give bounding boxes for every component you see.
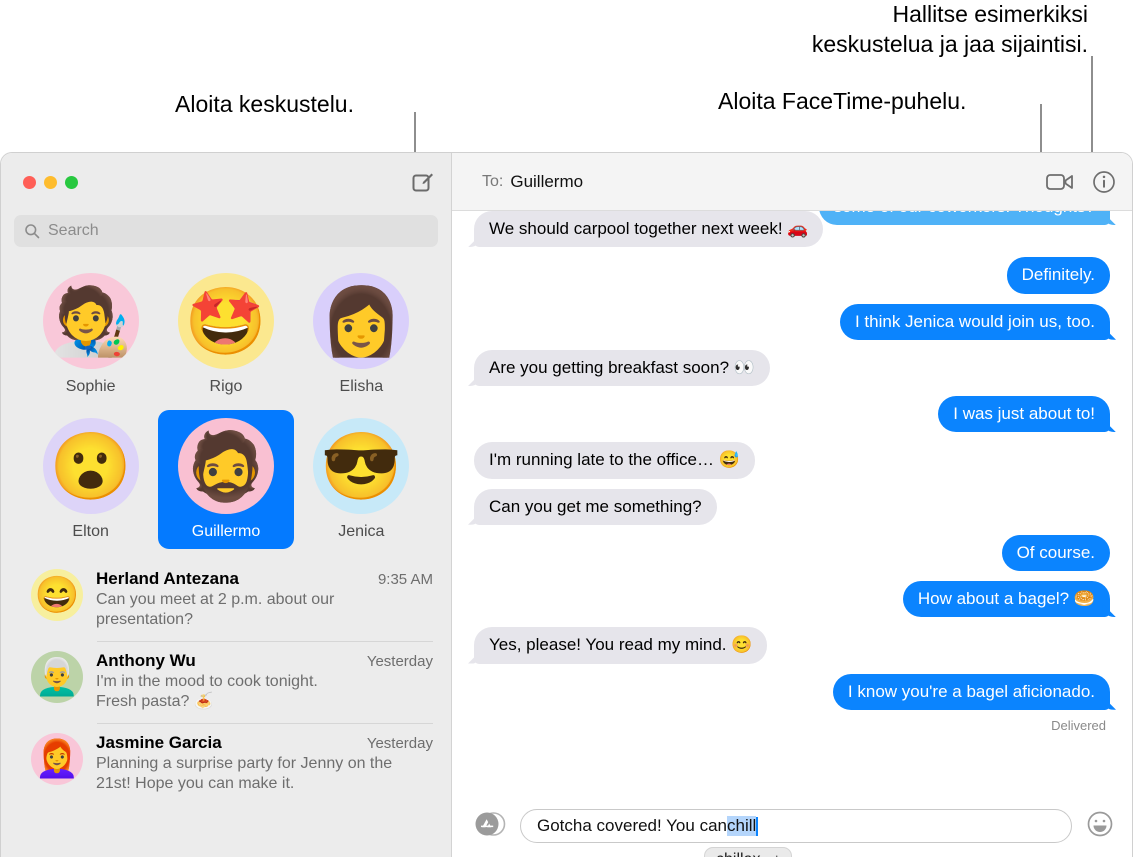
header-actions xyxy=(1046,170,1116,194)
maximize-window-button[interactable] xyxy=(65,175,78,189)
outgoing-message-bubble[interactable]: Definitely. xyxy=(1006,257,1110,294)
typed-text: Gotcha covered! You can xyxy=(537,816,727,835)
delivery-status: Delivered xyxy=(1051,717,1106,733)
pinned-contact-label: Rigo xyxy=(209,378,243,395)
conversation-pane: To: Guillermo We should carpool together… xyxy=(452,153,1132,857)
sidebar: Search 🧑‍🎨 Sophie 🤩 Rigo 👩 Elisha 😮 Elton 🧔 Guill… xyxy=(1,153,452,857)
avatar: 😄 xyxy=(31,569,83,621)
typed-selected-text: chill xyxy=(726,816,757,836)
search-placeholder: Search xyxy=(48,222,99,239)
pinned-contact-guillermo[interactable]: 🧔 Guillermo xyxy=(158,410,294,549)
outgoing-message-bubble[interactable]: I think Jenica would join us, too. xyxy=(839,303,1110,340)
outgoing-message-bubble[interactable]: How about a bagel? 🥯 xyxy=(902,581,1110,618)
pinned-contact-jenica[interactable]: 😎 Jenica xyxy=(294,410,429,549)
message-rows: We should carpool together next week! 🚗 D… xyxy=(474,211,1110,710)
window-controls xyxy=(23,175,78,189)
text-caret xyxy=(756,816,759,836)
conversation-list-item[interactable]: 👩‍🦰 Jasmine Garcia Yesterday Planning a sur… xyxy=(1,722,451,805)
avatar: 🤩 xyxy=(177,273,274,369)
pinned-contact-label: Guillermo xyxy=(191,523,261,540)
conversation-preview: Can you meet at 2 p.m. about our present… xyxy=(96,591,335,629)
pinned-contact-label: Elton xyxy=(72,523,109,540)
smiley-face-icon[interactable] xyxy=(1086,810,1114,843)
avatar: 🧑‍🎨 xyxy=(42,273,139,369)
input-wrapper: Gotcha covered! You can chill chillax ↵ xyxy=(520,809,1072,857)
message-row: Can you get me something? xyxy=(474,488,1110,525)
conversation-timestamp: Yesterday xyxy=(366,734,433,752)
conversation-preview: Planning a surprise party for Jenny on t… xyxy=(96,754,393,793)
outgoing-message-bubble[interactable]: I know you're a bagel aficionado. xyxy=(832,673,1110,710)
avatar: 👨‍🦳 xyxy=(31,650,83,703)
return-arrow-icon: ↵ xyxy=(767,851,780,857)
conversation-item-body: Jasmine Garcia Yesterday Planning a surpri… xyxy=(96,733,433,795)
conversation-item-header: Herland Antezana 9:35 AM xyxy=(96,569,433,589)
pinned-contact-rigo[interactable]: 🤩 Rigo xyxy=(158,265,293,404)
conversation-timestamp: Yesterday xyxy=(366,652,433,670)
minimize-window-button[interactable] xyxy=(44,175,57,189)
message-row: I'm running late to the office… 😅 xyxy=(474,442,1110,479)
message-row: Yes, please! You read my mind. 😊 xyxy=(474,627,1110,664)
conversation-item-body: Herland Antezana 9:35 AM Can you meet at 2… xyxy=(96,569,433,631)
message-row: I was just about to! xyxy=(474,396,1110,433)
conversation-list-item[interactable]: 👨‍🦳 Anthony Wu Yesterday I'm in the mood to… xyxy=(1,640,451,723)
sidebar-toolbar xyxy=(1,153,451,211)
pinned-contact-label: Jenica xyxy=(338,523,385,540)
video-camera-icon[interactable] xyxy=(1046,171,1074,193)
compose-icon[interactable] xyxy=(407,167,437,197)
incoming-message-bubble[interactable]: Can you get me something? xyxy=(474,488,717,525)
search-input[interactable]: Search xyxy=(14,215,438,247)
incoming-message-bubble[interactable]: Yes, please! You read my mind. 😊 xyxy=(474,627,768,664)
avatar: 👩 xyxy=(313,273,410,369)
message-row: I think Jenica would join us, too. xyxy=(474,303,1110,340)
autocomplete-word: chillax xyxy=(716,851,760,857)
avatar: 😎 xyxy=(313,418,410,514)
conversation-list-item[interactable]: 😄 Herland Antezana 9:35 AM Can you meet at … xyxy=(1,559,451,641)
pinned-contact-elisha[interactable]: 👩 Elisha xyxy=(294,265,429,404)
conversation-list: 😄 Herland Antezana 9:35 AM Can you meet at … xyxy=(1,559,451,857)
pinned-contacts: 🧑‍🎨 Sophie 🤩 Rigo 👩 Elisha 😮 Elton 🧔 Guillermo 😎 Je… xyxy=(1,247,451,553)
conversation-sender-name: Herland Antezana xyxy=(96,569,239,588)
conversation-item-header: Anthony Wu Yesterday xyxy=(96,651,433,671)
conversation-timestamp: 9:35 AM xyxy=(377,571,433,588)
outgoing-message-bubble[interactable]: I was just about to! xyxy=(938,396,1110,433)
incoming-message-bubble[interactable]: I'm running late to the office… 😅 xyxy=(474,442,755,479)
recipient-name[interactable]: Guillermo xyxy=(510,172,583,192)
avatar: 🧔 xyxy=(177,418,274,514)
conversation-header: To: Guillermo xyxy=(452,153,1132,211)
message-row: I know you're a bagel aficionado. xyxy=(474,673,1110,710)
outgoing-message-bubble[interactable]: Of course. xyxy=(1001,534,1110,571)
callout-facetime: Aloita FaceTime-puhelu. xyxy=(718,88,967,114)
autocomplete-suggestion[interactable]: chillax ↵ xyxy=(704,847,793,857)
pinned-contact-elton[interactable]: 😮 Elton xyxy=(23,410,158,549)
callout-manage: Hallitse esimerkiksi keskustelua ja jaa … xyxy=(811,1,1088,57)
message-row: Of course. xyxy=(474,534,1110,571)
message-row: How about a bagel? 🥯 xyxy=(474,581,1110,618)
info-circle-icon[interactable] xyxy=(1092,170,1116,194)
messages-window: Search 🧑‍🎨 Sophie 🤩 Rigo 👩 Elisha 😮 Elton 🧔 Guill… xyxy=(0,152,1133,857)
message-row: Definitely. xyxy=(474,257,1110,294)
avatar: 👩‍🦰 xyxy=(31,732,83,785)
close-window-button[interactable] xyxy=(23,175,36,189)
conversation-preview: I'm in the mood to cook tonight. Fresh p… xyxy=(96,672,318,711)
message-thread: some of our coworkers. Thoughts? We shou… xyxy=(452,211,1132,795)
message-row: Are you getting breakfast soon? 👀 xyxy=(474,349,1110,386)
to-label: To: xyxy=(482,172,504,190)
avatar: 😮 xyxy=(42,418,139,514)
message-input[interactable]: Gotcha covered! You can chill xyxy=(520,809,1072,843)
app-store-icon[interactable] xyxy=(472,810,506,843)
conversation-item-header: Jasmine Garcia Yesterday xyxy=(96,733,433,753)
search-icon xyxy=(25,224,40,239)
conversation-item-body: Anthony Wu Yesterday I'm in the mood to co… xyxy=(96,651,433,713)
callout-start-conversation: Aloita keskustelu. xyxy=(175,91,354,117)
callout-leader-line-info xyxy=(1091,56,1093,160)
partial-scrolled-message: some of our coworkers. Thoughts? xyxy=(818,211,1110,226)
incoming-message-bubble[interactable]: We should carpool together next week! 🚗 xyxy=(474,211,824,248)
pinned-contact-label: Sophie xyxy=(65,378,116,395)
conversation-sender-name: Anthony Wu xyxy=(96,650,196,670)
pinned-contact-label: Elisha xyxy=(339,378,384,395)
incoming-message-bubble[interactable]: Are you getting breakfast soon? 👀 xyxy=(474,349,770,386)
conversation-sender-name: Jasmine Garcia xyxy=(96,732,222,752)
pinned-contact-sophie[interactable]: 🧑‍🎨 Sophie xyxy=(23,265,158,404)
message-composer: Gotcha covered! You can chill chillax ↵ xyxy=(452,795,1132,857)
